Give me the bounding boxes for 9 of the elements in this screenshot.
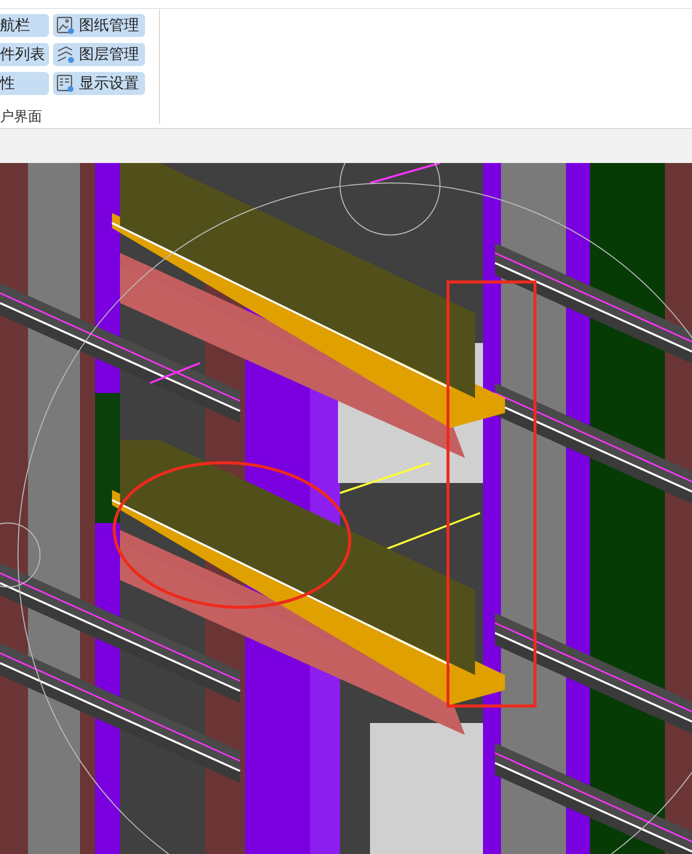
layers-icon bbox=[56, 45, 75, 64]
image-sheet-icon bbox=[56, 16, 75, 35]
group-label: 户界面 bbox=[0, 108, 43, 126]
ribbon-button[interactable]: 航栏 bbox=[0, 14, 49, 37]
ribbon-button[interactable]: 件列表 bbox=[0, 43, 49, 66]
ribbon-button[interactable]: 图纸管理 bbox=[53, 14, 145, 37]
ribbon-button[interactable]: 显示设置 bbox=[53, 72, 145, 95]
ribbon-button[interactable]: 图层管理 bbox=[53, 43, 145, 66]
display-settings-icon bbox=[56, 74, 75, 93]
